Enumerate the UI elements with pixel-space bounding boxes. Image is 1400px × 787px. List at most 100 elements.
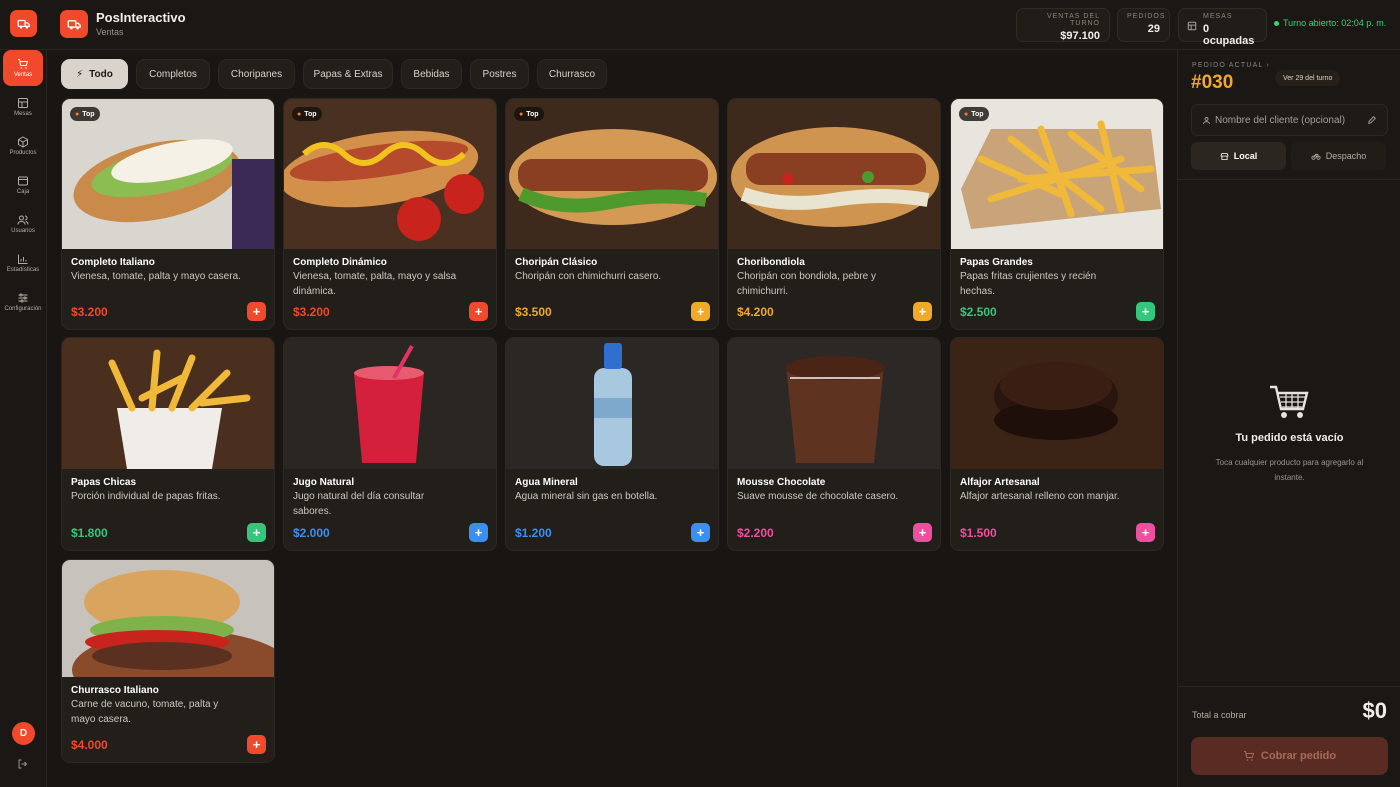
add-to-order-button[interactable]: + [913,302,932,321]
sidebar-item-productos[interactable]: Productos [3,128,43,164]
sidebar-item-label: Caja [16,189,30,195]
product-card[interactable]: Jugo Natural Jugo natural del día consult… [283,337,497,551]
add-to-order-button[interactable]: + [247,302,266,321]
top-badge: ● Top [292,107,322,121]
customer-name-placeholder: Nombre del cliente (opcional) [1215,114,1346,126]
badge-label: Top [526,110,539,118]
product-card[interactable]: Churrasco Italiano Carne de vacuno, tomat… [61,559,275,763]
category-tab-churrasco[interactable]: Churrasco [537,59,607,89]
checkout-button[interactable]: Cobrar pedido [1191,737,1388,775]
product-card[interactable]: ● Top Choripán Clásico Choripán con chimich… [505,98,719,330]
sidebar-item-label: Estadísticas [6,267,40,273]
product-name: Choripán Clásico [515,257,598,268]
fire-icon: ● [297,110,302,118]
mode-local-button[interactable]: Local [1191,142,1286,170]
mode-delivery-button[interactable]: Despacho [1291,142,1386,170]
product-card[interactable]: Mousse Chocolate Suave mousse de chocolat… [727,337,941,551]
category-tab-todo[interactable]: ⚡ Todo [61,59,128,89]
category-label: Churrasco [548,68,596,80]
shift-status-text: Turno abierto: 02:04 p. m. [1283,18,1387,28]
product-card[interactable]: Agua Mineral Agua mineral sin gas en bote… [505,337,719,551]
shift-status: Turno abierto: 02:04 p. m. [1274,18,1386,28]
shift-orders-link[interactable]: Ver 29 del turno [1275,70,1341,86]
product-photo [62,338,274,469]
truck-icon [17,19,30,29]
product-card[interactable]: Choribondiola Choripán con bondiola, pebr… [727,98,941,330]
divider [1178,686,1400,687]
product-name: Completo Dinámico [293,257,387,268]
product-description: Vienesa, tomate, palta y mayo casera. [71,271,241,282]
add-to-order-button[interactable]: + [913,523,932,542]
category-tab-choripanes[interactable]: Choripanes [218,59,295,89]
sidebar-item-ventas[interactable]: Ventas [3,50,43,86]
stat-orders: PEDIDOS 29 [1117,8,1170,42]
add-to-order-button[interactable]: + [1136,523,1155,542]
add-to-order-button[interactable]: + [691,302,710,321]
category-tab-completos[interactable]: Completos [136,59,210,89]
add-to-order-button[interactable]: + [691,523,710,542]
product-photo [728,338,940,469]
plus-icon: + [696,525,705,540]
add-to-order-button[interactable]: + [469,302,488,321]
logout-button[interactable] [17,757,29,775]
plus-icon: + [696,304,705,319]
pos-app: PosInteractivo Ventas VENTAS DEL TURNO $… [0,0,1400,787]
order-panel: PEDIDO ACTUAL › #030 Ver 29 del turno No… [1177,50,1400,787]
sidebar-item-usuarios[interactable]: Usuarios [3,206,43,242]
sidebar-item-caja[interactable]: Caja [3,167,43,203]
bike-icon [1311,153,1321,160]
category-tab-papas[interactable]: Papas & Extras [303,59,393,89]
product-photo [728,99,940,249]
product-description: Choripán con chimichurri casero. [515,271,662,282]
product-name: Papas Chicas [71,477,137,488]
chevron-right-icon: › [1266,62,1271,69]
add-to-order-button[interactable]: + [247,523,266,542]
product-name: Completo Italiano [71,257,155,268]
top-badge: ● Top [70,107,100,121]
sidebar-item-configuracion[interactable]: Configuración [3,284,43,320]
product-price: $3.200 [293,305,330,319]
pencil-icon[interactable] [1367,115,1377,125]
product-card[interactable]: Papas Chicas Porción individual de papas … [61,337,275,551]
product-card[interactable]: ● Top Papas Grandes Papas fritas crujientes… [950,98,1164,330]
sidebar-item-mesas[interactable]: Mesas [3,89,43,125]
product-card[interactable]: ● Top Completo Dinámico Vienesa, tomate, pa… [283,98,497,330]
add-to-order-button[interactable]: + [1136,302,1155,321]
order-label: PEDIDO ACTUAL › [1192,62,1270,69]
add-to-order-button[interactable]: + [469,523,488,542]
category-tab-bebidas[interactable]: Bebidas [401,59,462,89]
user-icon [1203,116,1210,124]
sidebar-item-label: Mesas [14,111,32,117]
product-photo [506,99,718,249]
order-number: #030 [1191,72,1234,93]
product-price: $2.000 [293,526,330,540]
category-label: Papas & Extras [313,68,383,80]
total-label: Total a cobrar [1192,710,1247,720]
plus-icon: + [252,525,261,540]
product-card[interactable]: Alfajor Artesanal Alfajor artesanal relle… [950,337,1164,551]
fire-icon: ● [964,110,969,118]
plus-icon: + [474,304,483,319]
plus-icon: + [918,525,927,540]
category-tab-postres[interactable]: Postres [470,59,529,89]
stat-label: VENTAS DEL TURNO [1046,13,1100,27]
chart-icon [18,254,28,264]
product-card[interactable]: ● Top Completo Italiano Vienesa, tomate, pa… [61,98,275,330]
product-price: $1.500 [960,526,997,540]
sidebar-item-estadisticas[interactable]: Estadísticas [3,245,43,281]
product-name: Churrasco Italiano [71,685,159,696]
product-description: Papas fritas crujientes y recién hechas. [960,271,1097,297]
plus-icon: + [252,304,261,319]
top-badge: ● Top [959,107,989,121]
add-to-order-button[interactable]: + [247,735,266,754]
empty-order-title: Tu pedido está vacío [1235,432,1344,444]
user-avatar[interactable]: D [12,722,35,745]
cart-icon [1243,751,1255,761]
truck-icon [67,19,81,29]
customer-name-input[interactable]: Nombre del cliente (opcional) [1191,104,1388,136]
app-logo[interactable] [10,10,37,37]
category-label: Postres [482,68,517,80]
stat-tables: MESAS 0 ocupadas [1178,8,1267,47]
total-value: $0 [1362,698,1387,723]
product-price: $2.200 [737,526,774,540]
